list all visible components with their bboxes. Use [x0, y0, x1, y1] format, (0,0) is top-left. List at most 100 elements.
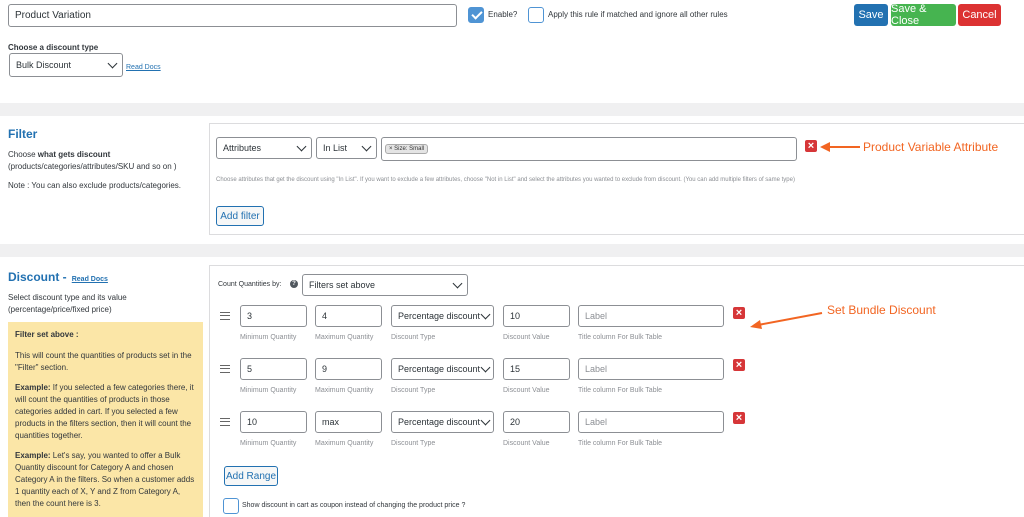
section-divider: [0, 103, 1024, 116]
info-icon: ?: [290, 280, 298, 288]
remove-filter-button[interactable]: ×: [805, 140, 817, 152]
filter-method-select[interactable]: In List: [316, 137, 377, 159]
count-quantities-select[interactable]: Filters set above: [302, 274, 468, 296]
bulk-title-label: Title column For Bulk Table: [578, 334, 663, 341]
discount-description: Select discount type and its value (perc…: [8, 293, 127, 314]
max-quantity-value: 4: [322, 311, 328, 321]
enable-label: Enable?: [488, 10, 518, 19]
bulk-title-input[interactable]: Label: [578, 305, 724, 327]
bulk-title-placeholder: Label: [585, 417, 608, 427]
discount-value-input[interactable]: 10: [503, 305, 570, 327]
discount-type-value: Bulk Discount: [16, 60, 72, 70]
coupon-checkbox[interactable]: [223, 498, 239, 514]
discount-type-select[interactable]: Bulk Discount: [9, 53, 123, 77]
discount-type-label: Discount Type: [391, 440, 436, 447]
discount-type-heading: Choose a discount type: [8, 43, 99, 52]
min-quantity-label: Minimum Quantity: [240, 440, 297, 447]
discount-type-label: Discount Type: [391, 334, 436, 341]
filter-annotation: Product Variable Attribute: [863, 140, 999, 154]
help-paragraph: This will count the quantities of produc…: [15, 351, 192, 372]
discount-type-dropdown[interactable]: Percentage discount: [391, 358, 494, 380]
add-range-button[interactable]: Add Range: [224, 466, 278, 486]
section-divider: [0, 244, 1024, 257]
discount-type-option: Percentage discount: [398, 364, 481, 374]
min-quantity-input[interactable]: 5: [240, 358, 307, 380]
chevron-down-icon: [480, 362, 491, 372]
min-quantity-label: Minimum Quantity: [240, 334, 297, 341]
chevron-down-icon: [480, 309, 491, 319]
max-quantity-value: max: [322, 417, 340, 427]
discount-value-input[interactable]: 20: [503, 411, 570, 433]
filter-section-title: Filter: [8, 127, 38, 141]
save-close-button[interactable]: Save & Close: [891, 3, 956, 27]
min-quantity-value: 3: [247, 311, 253, 321]
discount-type-dropdown[interactable]: Percentage discount: [391, 305, 494, 327]
remove-range-button[interactable]: ×: [733, 359, 745, 371]
filter-value-tag[interactable]: × Size: Small: [385, 144, 429, 154]
chevron-down-icon: [480, 415, 491, 425]
count-quantities-label: Count Quantities by:: [218, 281, 282, 288]
bulk-title-input[interactable]: Label: [578, 411, 724, 433]
coupon-label: Show discount in cart as coupon instead …: [242, 502, 466, 509]
rule-name-input[interactable]: Product Variation: [8, 4, 457, 27]
cancel-button[interactable]: Cancel: [958, 4, 1001, 26]
min-quantity-label: Minimum Quantity: [240, 387, 297, 394]
count-quantities-value: Filters set above: [309, 280, 376, 290]
discount-read-docs-link[interactable]: Read Docs: [72, 276, 108, 283]
discount-value: 20: [510, 417, 521, 427]
filter-hint: Choose attributes that get the discount …: [216, 177, 795, 183]
help-paragraph: Example: If you selected a few categorie…: [15, 382, 196, 442]
max-quantity-input[interactable]: 9: [315, 358, 382, 380]
help-example-label: Example:: [15, 451, 51, 460]
help-paragraph: Example: Let's say, you wanted to offer …: [15, 450, 196, 510]
max-quantity-input[interactable]: max: [315, 411, 382, 433]
max-quantity-input[interactable]: 4: [315, 305, 382, 327]
discount-value-label: Discount Value: [503, 440, 550, 447]
bulk-title-input[interactable]: Label: [578, 358, 724, 380]
filter-type-value: Attributes: [223, 143, 262, 153]
min-quantity-input[interactable]: 3: [240, 305, 307, 327]
bulk-title-label: Title column For Bulk Table: [578, 387, 663, 394]
enable-checkbox[interactable]: [468, 7, 484, 23]
discount-annotation: Set Bundle Discount: [827, 303, 936, 317]
exclusive-label: Apply this rule if matched and ignore al…: [548, 10, 728, 19]
chevron-down-icon: [296, 141, 307, 151]
annotation-arrow-icon: [750, 312, 823, 329]
save-button[interactable]: Save: [854, 4, 888, 26]
exclusive-checkbox[interactable]: [528, 7, 544, 23]
filter-note: Note : You can also exclude products/cat…: [8, 181, 181, 190]
drag-handle-icon[interactable]: [220, 365, 230, 373]
filter-desc-bold: what gets discount: [37, 150, 111, 159]
discount-value: 15: [510, 364, 521, 374]
discount-value-label: Discount Value: [503, 387, 550, 394]
max-quantity-value: 9: [322, 364, 328, 374]
annotation-arrow-icon: [820, 142, 860, 152]
drag-handle-icon[interactable]: [220, 312, 230, 320]
max-quantity-label: Maximum Quantity: [315, 334, 374, 341]
discount-type-label: Discount Type: [391, 387, 436, 394]
min-quantity-input[interactable]: 10: [240, 411, 307, 433]
help-example-label: Example:: [15, 383, 51, 392]
discount-type-read-docs-link[interactable]: Read Docs: [126, 64, 161, 71]
discount-type-option: Percentage discount: [398, 311, 481, 321]
discount-type-option: Percentage discount: [398, 417, 481, 427]
min-quantity-value: 5: [247, 364, 253, 374]
discount-section-heading: Discount - Read Docs: [8, 270, 108, 284]
discount-section-title: Discount -: [8, 270, 67, 284]
add-filter-button[interactable]: Add filter: [216, 206, 264, 226]
drag-handle-icon[interactable]: [220, 418, 230, 426]
chevron-down-icon: [361, 141, 372, 151]
filter-desc-prefix: Choose: [8, 150, 38, 159]
discount-type-dropdown[interactable]: Percentage discount: [391, 411, 494, 433]
remove-range-button[interactable]: ×: [733, 307, 745, 319]
filter-type-select[interactable]: Attributes: [216, 137, 312, 159]
max-quantity-label: Maximum Quantity: [315, 387, 374, 394]
remove-range-button[interactable]: ×: [733, 412, 745, 424]
filter-values-input[interactable]: × Size: Small: [381, 137, 797, 161]
discount-value-input[interactable]: 15: [503, 358, 570, 380]
discount-value-label: Discount Value: [503, 334, 550, 341]
discount-value: 10: [510, 311, 521, 321]
min-quantity-value: 10: [247, 417, 258, 427]
filter-desc-rest: (products/categories/attributes/SKU and …: [8, 162, 177, 171]
max-quantity-label: Maximum Quantity: [315, 440, 374, 447]
